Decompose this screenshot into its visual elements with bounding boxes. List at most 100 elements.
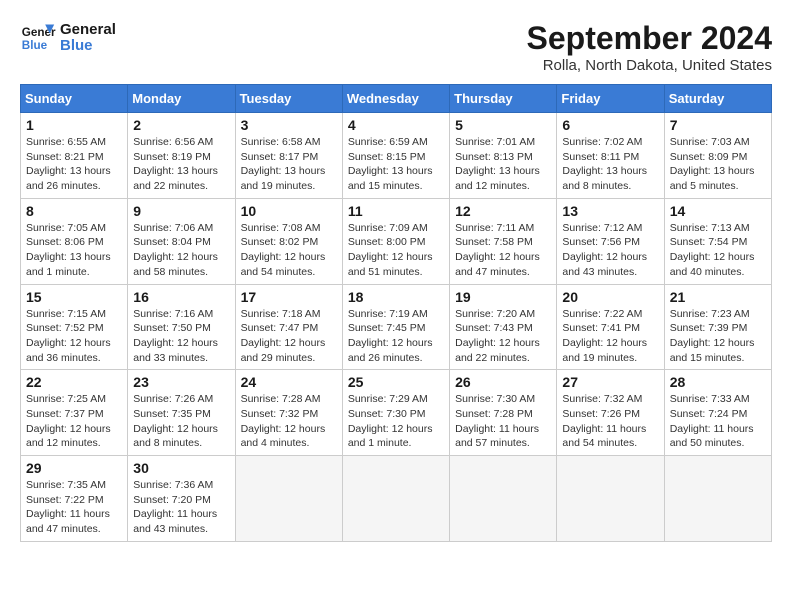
day-number: 23 bbox=[133, 374, 229, 390]
day-info: Sunrise: 7:36 AM Sunset: 7:20 PM Dayligh… bbox=[133, 478, 229, 537]
day-info: Sunrise: 7:25 AM Sunset: 7:37 PM Dayligh… bbox=[26, 392, 122, 451]
day-info: Sunrise: 7:16 AM Sunset: 7:50 PM Dayligh… bbox=[133, 307, 229, 366]
header: General Blue General Blue September 2024… bbox=[20, 20, 772, 74]
week-row-4: 22 Sunrise: 7:25 AM Sunset: 7:37 PM Dayli… bbox=[21, 370, 772, 456]
day-number: 2 bbox=[133, 117, 229, 133]
day-cell: 15 Sunrise: 7:15 AM Sunset: 7:52 PM Dayli… bbox=[21, 284, 128, 370]
day-cell: 17 Sunrise: 7:18 AM Sunset: 7:47 PM Dayli… bbox=[235, 284, 342, 370]
day-cell: 28 Sunrise: 7:33 AM Sunset: 7:24 PM Dayli… bbox=[664, 370, 771, 456]
day-cell: 19Sunrise: 7:20 AM Sunset: 7:43 PM Dayli… bbox=[450, 284, 557, 370]
day-number: 22 bbox=[26, 374, 122, 390]
day-cell: 24 Sunrise: 7:28 AM Sunset: 7:32 PM Dayli… bbox=[235, 370, 342, 456]
day-cell bbox=[235, 456, 342, 542]
day-cell: 23Sunrise: 7:26 AM Sunset: 7:35 PM Dayli… bbox=[128, 370, 235, 456]
location: Rolla, North Dakota, United States bbox=[527, 57, 772, 74]
day-number: 26 bbox=[455, 374, 551, 390]
day-info: Sunrise: 6:56 AM Sunset: 8:19 PM Dayligh… bbox=[133, 135, 229, 194]
day-number: 17 bbox=[241, 289, 337, 305]
day-number: 10 bbox=[241, 203, 337, 219]
day-cell: 14 Sunrise: 7:13 AM Sunset: 7:54 PM Dayli… bbox=[664, 198, 771, 284]
day-cell: 25Sunrise: 7:29 AM Sunset: 7:30 PM Dayli… bbox=[342, 370, 449, 456]
day-cell: 7 Sunrise: 7:03 AM Sunset: 8:09 PM Daylig… bbox=[664, 113, 771, 199]
day-number: 12 bbox=[455, 203, 551, 219]
day-number: 29 bbox=[26, 460, 122, 476]
day-info: Sunrise: 7:15 AM Sunset: 7:52 PM Dayligh… bbox=[26, 307, 122, 366]
calendar: SundayMondayTuesdayWednesdayThursdayFrid… bbox=[20, 84, 772, 542]
day-cell bbox=[664, 456, 771, 542]
day-info: Sunrise: 7:22 AM Sunset: 7:41 PM Dayligh… bbox=[562, 307, 658, 366]
day-number: 3 bbox=[241, 117, 337, 133]
week-row-3: 15 Sunrise: 7:15 AM Sunset: 7:52 PM Dayli… bbox=[21, 284, 772, 370]
day-cell: 1Sunrise: 6:55 AM Sunset: 8:21 PM Daylig… bbox=[21, 113, 128, 199]
day-info: Sunrise: 7:35 AM Sunset: 7:22 PM Dayligh… bbox=[26, 478, 122, 537]
title-area: September 2024 Rolla, North Dakota, Unit… bbox=[527, 20, 772, 74]
day-number: 13 bbox=[562, 203, 658, 219]
day-number: 16 bbox=[133, 289, 229, 305]
day-cell: 30 Sunrise: 7:36 AM Sunset: 7:20 PM Dayli… bbox=[128, 456, 235, 542]
day-info: Sunrise: 7:12 AM Sunset: 7:56 PM Dayligh… bbox=[562, 221, 658, 280]
day-cell: 10 Sunrise: 7:08 AM Sunset: 8:02 PM Dayli… bbox=[235, 198, 342, 284]
day-cell: 16 Sunrise: 7:16 AM Sunset: 7:50 PM Dayli… bbox=[128, 284, 235, 370]
day-info: Sunrise: 7:11 AM Sunset: 7:58 PM Dayligh… bbox=[455, 221, 551, 280]
day-info: Sunrise: 7:23 AM Sunset: 7:39 PM Dayligh… bbox=[670, 307, 766, 366]
day-number: 8 bbox=[26, 203, 122, 219]
day-info: Sunrise: 6:55 AM Sunset: 8:21 PM Dayligh… bbox=[26, 135, 122, 194]
weekday-header-sunday: Sunday bbox=[21, 85, 128, 113]
day-cell: 22 Sunrise: 7:25 AM Sunset: 7:37 PM Dayli… bbox=[21, 370, 128, 456]
day-number: 19 bbox=[455, 289, 551, 305]
day-info: Sunrise: 6:58 AM Sunset: 8:17 PM Dayligh… bbox=[241, 135, 337, 194]
day-info: Sunrise: 7:05 AM Sunset: 8:06 PM Dayligh… bbox=[26, 221, 122, 280]
day-cell: 27 Sunrise: 7:32 AM Sunset: 7:26 PM Dayli… bbox=[557, 370, 664, 456]
day-number: 24 bbox=[241, 374, 337, 390]
day-number: 27 bbox=[562, 374, 658, 390]
day-number: 30 bbox=[133, 460, 229, 476]
day-cell: 3 Sunrise: 6:58 AM Sunset: 8:17 PM Daylig… bbox=[235, 113, 342, 199]
day-number: 6 bbox=[562, 117, 658, 133]
day-info: Sunrise: 7:03 AM Sunset: 8:09 PM Dayligh… bbox=[670, 135, 766, 194]
week-row-2: 8 Sunrise: 7:05 AM Sunset: 8:06 PM Daylig… bbox=[21, 198, 772, 284]
day-cell: 4Sunrise: 6:59 AM Sunset: 8:15 PM Daylig… bbox=[342, 113, 449, 199]
day-cell: 12 Sunrise: 7:11 AM Sunset: 7:58 PM Dayli… bbox=[450, 198, 557, 284]
weekday-header-thursday: Thursday bbox=[450, 85, 557, 113]
day-info: Sunrise: 7:18 AM Sunset: 7:47 PM Dayligh… bbox=[241, 307, 337, 366]
day-number: 11 bbox=[348, 203, 444, 219]
day-number: 25 bbox=[348, 374, 444, 390]
logo: General Blue General Blue bbox=[20, 20, 116, 56]
day-cell: 21 Sunrise: 7:23 AM Sunset: 7:39 PM Dayli… bbox=[664, 284, 771, 370]
day-info: Sunrise: 7:09 AM Sunset: 8:00 PM Dayligh… bbox=[348, 221, 444, 280]
day-cell: 11 Sunrise: 7:09 AM Sunset: 8:00 PM Dayli… bbox=[342, 198, 449, 284]
weekday-header-wednesday: Wednesday bbox=[342, 85, 449, 113]
day-info: Sunrise: 7:19 AM Sunset: 7:45 PM Dayligh… bbox=[348, 307, 444, 366]
day-cell: 13 Sunrise: 7:12 AM Sunset: 7:56 PM Dayli… bbox=[557, 198, 664, 284]
day-info: Sunrise: 7:01 AM Sunset: 8:13 PM Dayligh… bbox=[455, 135, 551, 194]
day-number: 15 bbox=[26, 289, 122, 305]
weekday-header-row: SundayMondayTuesdayWednesdayThursdayFrid… bbox=[21, 85, 772, 113]
svg-text:Blue: Blue bbox=[22, 39, 48, 52]
day-number: 7 bbox=[670, 117, 766, 133]
day-info: Sunrise: 7:13 AM Sunset: 7:54 PM Dayligh… bbox=[670, 221, 766, 280]
day-info: Sunrise: 7:06 AM Sunset: 8:04 PM Dayligh… bbox=[133, 221, 229, 280]
day-number: 14 bbox=[670, 203, 766, 219]
weekday-header-tuesday: Tuesday bbox=[235, 85, 342, 113]
day-cell: 8 Sunrise: 7:05 AM Sunset: 8:06 PM Daylig… bbox=[21, 198, 128, 284]
day-number: 28 bbox=[670, 374, 766, 390]
day-info: Sunrise: 7:30 AM Sunset: 7:28 PM Dayligh… bbox=[455, 392, 551, 451]
day-cell: 20 Sunrise: 7:22 AM Sunset: 7:41 PM Dayli… bbox=[557, 284, 664, 370]
day-cell bbox=[450, 456, 557, 542]
day-info: Sunrise: 7:33 AM Sunset: 7:24 PM Dayligh… bbox=[670, 392, 766, 451]
day-info: Sunrise: 6:59 AM Sunset: 8:15 PM Dayligh… bbox=[348, 135, 444, 194]
day-cell: 6 Sunrise: 7:02 AM Sunset: 8:11 PM Daylig… bbox=[557, 113, 664, 199]
day-info: Sunrise: 7:08 AM Sunset: 8:02 PM Dayligh… bbox=[241, 221, 337, 280]
month-title: September 2024 bbox=[527, 20, 772, 57]
weekday-header-saturday: Saturday bbox=[664, 85, 771, 113]
day-number: 20 bbox=[562, 289, 658, 305]
day-number: 21 bbox=[670, 289, 766, 305]
day-info: Sunrise: 7:02 AM Sunset: 8:11 PM Dayligh… bbox=[562, 135, 658, 194]
logo-blue: Blue bbox=[60, 38, 116, 55]
day-info: Sunrise: 7:32 AM Sunset: 7:26 PM Dayligh… bbox=[562, 392, 658, 451]
week-row-5: 29 Sunrise: 7:35 AM Sunset: 7:22 PM Dayli… bbox=[21, 456, 772, 542]
day-info: Sunrise: 7:28 AM Sunset: 7:32 PM Dayligh… bbox=[241, 392, 337, 451]
day-cell: 26 Sunrise: 7:30 AM Sunset: 7:28 PM Dayli… bbox=[450, 370, 557, 456]
logo-general: General bbox=[60, 22, 116, 39]
day-number: 5 bbox=[455, 117, 551, 133]
